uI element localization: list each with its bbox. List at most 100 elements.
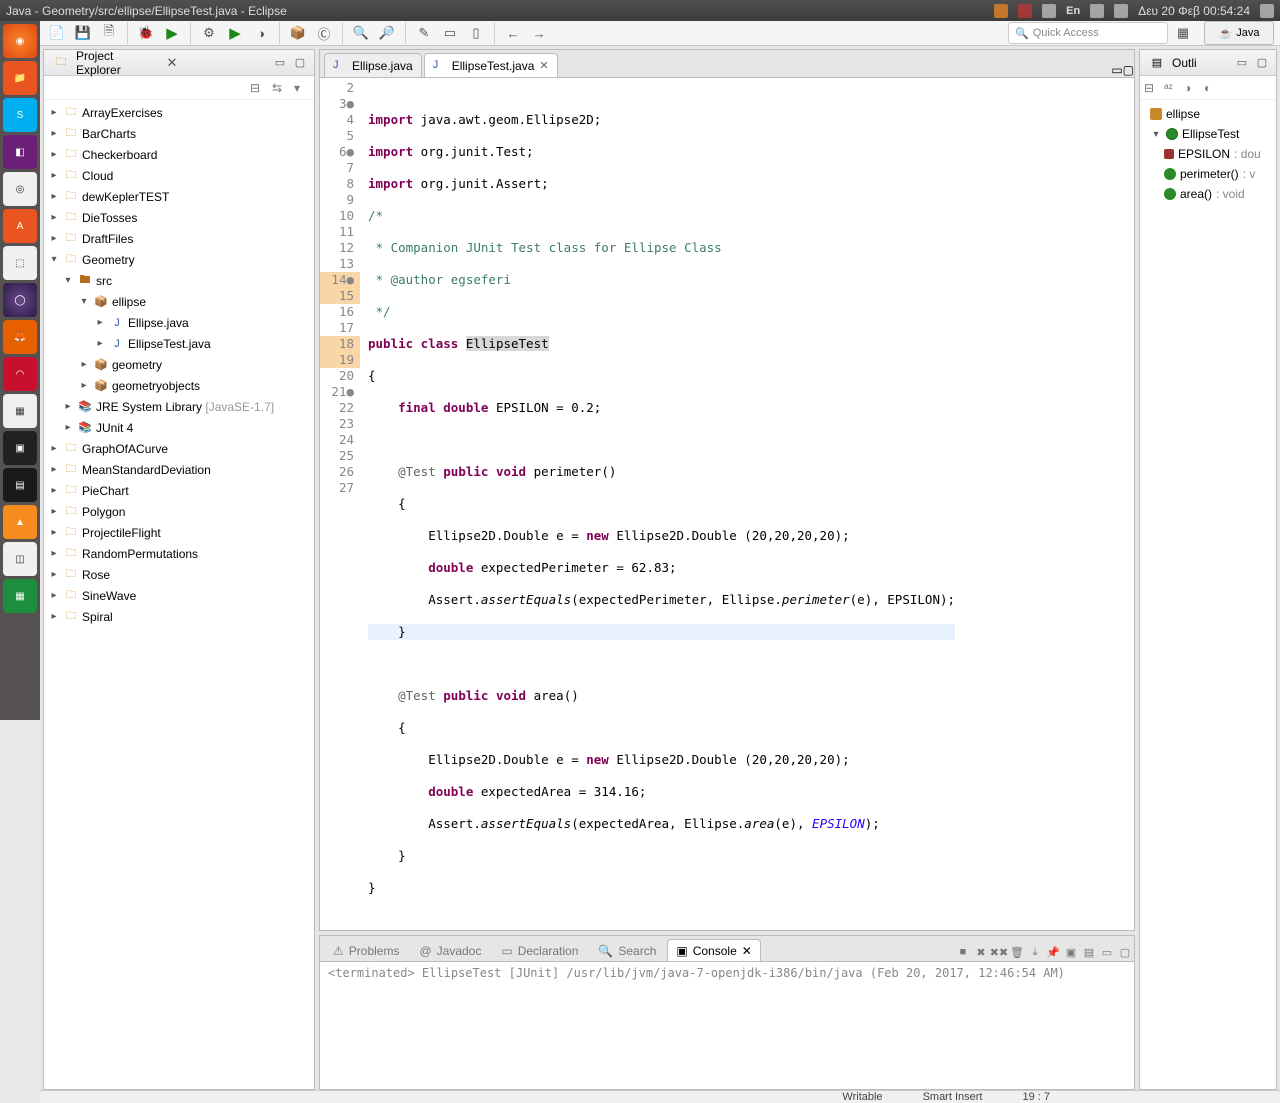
app6-icon[interactable]: ▦ (3, 394, 37, 428)
open-perspective-button[interactable]: ▦ (1172, 22, 1194, 44)
tree-item-junit: ▸📚JUnit 4 (44, 417, 314, 438)
new-class-button[interactable]: Ⓒ (313, 22, 335, 44)
java-icon: ☕ (1219, 27, 1233, 40)
sort-icon[interactable]: ⊟ (1144, 81, 1158, 95)
console-open-button[interactable]: ▤ (1080, 943, 1098, 961)
sort-az-icon[interactable]: ᵃᶻ (1164, 81, 1178, 95)
bottom-max-button[interactable]: ▢ (1116, 943, 1134, 961)
java-perspective-button[interactable]: ☕ Java (1204, 21, 1274, 45)
hide-icon[interactable]: ◐ (1204, 81, 1218, 95)
app4-icon[interactable]: ⬚ (3, 246, 37, 280)
quick-access-input[interactable]: 🔍 Quick Access (1008, 22, 1168, 44)
tree-item: ▸📦geometryobjects (44, 375, 314, 396)
outline-tree[interactable]: ellipse ▾EllipseTest EPSILON: dou perime… (1140, 100, 1276, 208)
tab-declaration[interactable]: ▭Declaration (492, 939, 587, 961)
status-bar: Writable Smart Insert 19 : 7 (40, 1090, 1280, 1103)
explorer-max-button[interactable]: ▢ (292, 55, 308, 71)
battery-icon[interactable] (1090, 4, 1104, 18)
search-button[interactable]: 🔎 (376, 22, 398, 44)
run-last-button[interactable]: ▶ (224, 22, 246, 44)
dash-icon[interactable]: ◉ (3, 24, 37, 58)
save-all-button[interactable]: 🗎 (98, 22, 120, 44)
close-icon[interactable]: ✕ (742, 944, 752, 958)
close-tab-icon[interactable]: ✕ (539, 59, 548, 72)
main-toolbar: 📄 💾 🗎 🐞 ▶ ⚙ ▶ ◑ 📦 Ⓒ 🔍 🔎 ✎ ▭ ▯ ← → 🔍 (40, 21, 1280, 46)
tree-item: ▸🗀Rose (44, 564, 314, 585)
skype-icon[interactable]: S (3, 98, 37, 132)
console-removeall-button[interactable]: ✖✖ (990, 943, 1008, 961)
console-scroll-button[interactable]: ⤓ (1026, 943, 1044, 961)
outline-min-button[interactable]: ▭ (1234, 55, 1250, 71)
app-icon[interactable]: ◧ (3, 135, 37, 169)
console-remove-button[interactable]: ✖ (972, 943, 990, 961)
code-editor[interactable]: 23●45 6●789 10111213 14●151617 181920 21… (320, 78, 1134, 930)
console-stop-button[interactable]: ■ (954, 943, 972, 961)
app5-icon[interactable]: ◠ (3, 357, 37, 391)
run-button[interactable]: ▶ (161, 22, 183, 44)
console-output[interactable]: <terminated> EllipseTest [JUnit] /usr/li… (320, 962, 1134, 1089)
explorer-min-button[interactable]: ▭ (272, 55, 288, 71)
outline-pane: ▤ Outli ▭ ▢ ⊟ ᵃᶻ ◑ ◐ ellipse ▾EllipseTes… (1139, 49, 1277, 1090)
clock[interactable]: Δευ 20 Φεβ 00:54:24 (1138, 4, 1250, 18)
terminal-icon[interactable]: ▣ (3, 431, 37, 465)
console-icon: ▣ (676, 944, 687, 958)
tab-javadoc[interactable]: @Javadoc (410, 939, 490, 961)
editor-tab-ellipsetest[interactable]: J EllipseTest.java ✕ (424, 53, 558, 77)
tab-console[interactable]: ▣Console ✕ (667, 939, 760, 961)
bottom-min-button[interactable]: ▭ (1098, 943, 1116, 961)
editor-max-button[interactable]: ▢ (1123, 63, 1134, 77)
ubuntu-launcher: ◉ 📁 S ◧ ◎ A ⬚ ◯ 🦊 ◠ ▦ ▣ ▤ ▲ ◫ ▦ (0, 21, 40, 720)
app8-icon[interactable]: ▦ (3, 579, 37, 613)
save-button[interactable]: 💾 (72, 22, 94, 44)
mail-icon[interactable] (1042, 4, 1056, 18)
tree-item: ▸🗀RandomPermutations (44, 543, 314, 564)
editor-tab-ellipse[interactable]: J Ellipse.java (324, 53, 422, 77)
coverage-button[interactable]: ◑ (250, 22, 272, 44)
outline-max-button[interactable]: ▢ (1254, 55, 1270, 71)
tree-item: ▸🗀dewKeplerTEST (44, 186, 314, 207)
outline-title: Outli (1172, 56, 1230, 70)
tab-search[interactable]: 🔍Search (589, 939, 665, 961)
console-clear-button[interactable]: 🗑 (1008, 943, 1026, 961)
view-menu-icon[interactable]: ▾ (294, 81, 308, 95)
keyboard-indicator[interactable]: En (1066, 5, 1080, 17)
explorer-close-button[interactable]: ✕ (164, 55, 180, 71)
editor-min-button[interactable]: ▭ (1111, 63, 1122, 77)
tree-item: ▸🗀Spiral (44, 606, 314, 627)
firefox-icon[interactable]: 🦊 (3, 320, 37, 354)
back-button[interactable]: ← (502, 22, 524, 44)
vlc-icon[interactable]: ▲ (3, 505, 37, 539)
app3-icon[interactable]: A (3, 209, 37, 243)
files-icon[interactable]: 📁 (3, 61, 37, 95)
folder-icon: 🗀 (53, 55, 69, 71)
volume-icon[interactable] (1114, 4, 1128, 18)
new-button[interactable]: 📄 (46, 22, 68, 44)
vlc-tray-icon[interactable] (994, 4, 1008, 18)
open-type-button[interactable]: 🔍 (350, 22, 372, 44)
tab-problems[interactable]: ⚠Problems (324, 939, 408, 961)
app2-icon[interactable]: ◎ (3, 172, 37, 206)
tree-item: ▸📦geometry (44, 354, 314, 375)
debug-button[interactable]: 🐞 (135, 22, 157, 44)
toggle-mark-button[interactable]: ✎ (413, 22, 435, 44)
console-display-button[interactable]: ▣ (1062, 943, 1080, 961)
console-pin-button[interactable]: 📌 (1044, 943, 1062, 961)
project-explorer-title: Project Explorer (76, 49, 160, 77)
app7-icon[interactable]: ◫ (3, 542, 37, 576)
shutdown-icon[interactable] (1260, 4, 1274, 18)
calc-icon[interactable]: ▤ (3, 468, 37, 502)
forward-button[interactable]: → (528, 22, 550, 44)
notification-icon[interactable] (1018, 4, 1032, 18)
link-editor-icon[interactable]: ⇆ (272, 81, 286, 95)
tree-file: ▸JEllipse.java (44, 312, 314, 333)
filter-icon[interactable]: ◑ (1184, 81, 1198, 95)
tool-btn-3[interactable]: ▯ (465, 22, 487, 44)
collapse-all-icon[interactable]: ⊟ (250, 81, 264, 95)
new-package-button[interactable]: 📦 (287, 22, 309, 44)
project-explorer-pane: 🗀 Project Explorer ✕ ▭ ▢ ⊟ ⇆ ▾ ▸🗀ArrayEx… (43, 49, 315, 1090)
eclipse-icon[interactable]: ◯ (3, 283, 37, 317)
tool-btn-1[interactable]: ⚙ (198, 22, 220, 44)
tool-btn-2[interactable]: ▭ (439, 22, 461, 44)
tree-item: ▸🗀Polygon (44, 501, 314, 522)
project-tree[interactable]: ▸🗀ArrayExercises ▸🗀BarCharts ▸🗀Checkerbo… (44, 100, 314, 1089)
